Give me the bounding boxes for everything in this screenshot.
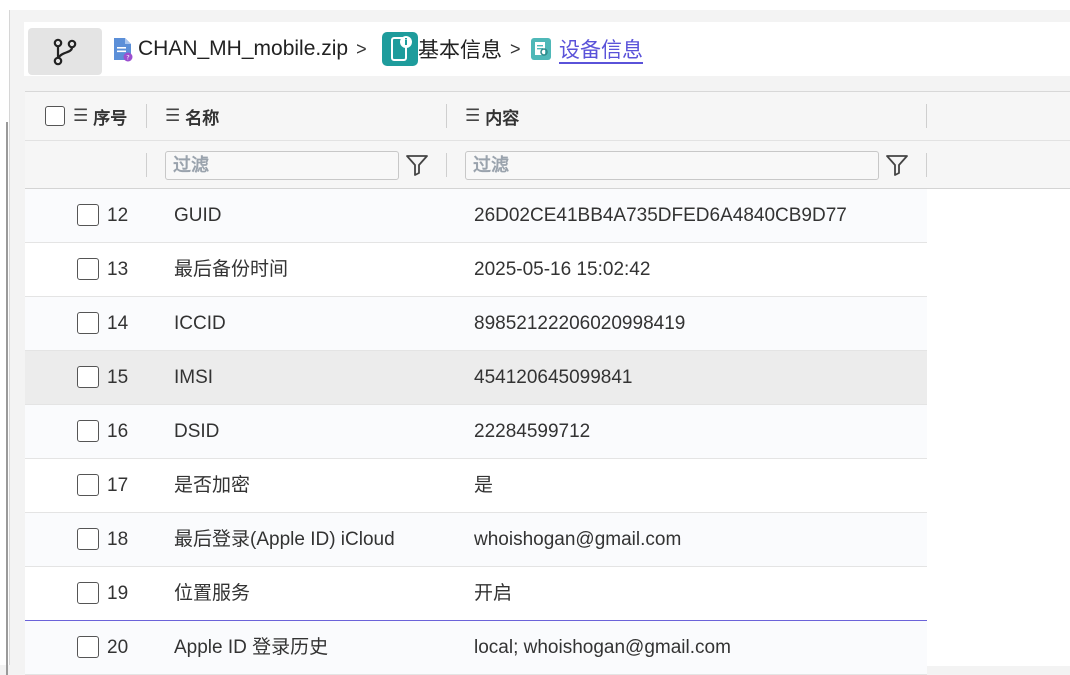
- row-index: 20: [107, 637, 129, 658]
- breadcrumb-separator: >: [356, 38, 367, 59]
- filter-funnel-icon[interactable]: [404, 152, 430, 178]
- row-index: 16: [107, 421, 129, 442]
- row-checkbox[interactable]: [77, 582, 99, 604]
- row-checkbox[interactable]: [77, 366, 99, 388]
- row-content: 开启: [474, 583, 513, 604]
- row-name: 位置服务: [174, 583, 251, 604]
- table-row[interactable]: 19 位置服务 开启: [25, 567, 927, 621]
- column-divider[interactable]: [926, 104, 927, 128]
- column-header-name-label: 名称: [185, 108, 220, 128]
- svg-text:?: ?: [126, 54, 129, 62]
- row-index: 13: [107, 259, 129, 280]
- row-content: 26D02CE41BB4A735DFED6A4840CB9D77: [474, 205, 847, 226]
- row-checkbox[interactable]: [77, 474, 99, 496]
- column-divider[interactable]: [446, 104, 447, 128]
- table-row[interactable]: 15 IMSI 454120645099841: [25, 351, 927, 405]
- column-header-content[interactable]: ☰ 内容: [465, 92, 519, 140]
- top-strip: [0, 0, 1070, 10]
- table-row[interactable]: 18 最后登录(Apple ID) iCloud whoishogan@gmai…: [25, 513, 927, 567]
- column-header-name[interactable]: ☰ 名称: [165, 92, 219, 140]
- row-content: 89852122206020998419: [474, 313, 686, 334]
- breadcrumb-separator: >: [510, 38, 521, 59]
- column-divider: [446, 153, 447, 177]
- device-info-table: ☰ 序号 ☰ 名称 ☰ 内容 过滤 过滤 12 GUID 26D02CE41BB…: [25, 91, 1070, 675]
- breadcrumb-section-label: 基本信息: [418, 39, 502, 62]
- column-header-index[interactable]: ☰ 序号: [45, 92, 127, 140]
- row-checkbox[interactable]: [77, 204, 99, 226]
- breadcrumb-item-file[interactable]: ? CHAN_MH_mobile.zip >: [112, 22, 367, 76]
- column-divider: [146, 153, 147, 177]
- phone-info-icon: [382, 32, 418, 66]
- row-name: 最后备份时间: [174, 259, 289, 280]
- row-name: IMSI: [174, 367, 214, 388]
- row-content: 2025-05-16 15:02:42: [474, 259, 651, 280]
- row-content: 是: [474, 475, 494, 496]
- column-divider: [926, 153, 927, 177]
- select-all-checkbox[interactable]: [45, 106, 65, 126]
- name-filter-placeholder: 过滤: [173, 155, 209, 175]
- branch-button[interactable]: [28, 28, 102, 75]
- content-filter-input[interactable]: 过滤: [465, 151, 879, 180]
- column-header-content-label: 内容: [485, 108, 520, 128]
- content-filter-placeholder: 过滤: [473, 155, 509, 175]
- breadcrumb-item-current[interactable]: 设备信息: [530, 22, 643, 76]
- row-index: 18: [107, 529, 129, 550]
- table-header: ☰ 序号 ☰ 名称 ☰ 内容: [25, 92, 1070, 141]
- document-icon: [530, 37, 552, 61]
- row-checkbox[interactable]: [77, 258, 99, 280]
- row-checkbox[interactable]: [77, 312, 99, 334]
- row-index: 17: [107, 475, 129, 496]
- row-index: 15: [107, 367, 129, 388]
- list-icon: ☰: [165, 106, 181, 125]
- row-checkbox[interactable]: [77, 420, 99, 442]
- breadcrumb: ? CHAN_MH_mobile.zip > 基本信息 > 设备信息: [24, 22, 1070, 76]
- row-name: GUID: [174, 205, 222, 226]
- row-index: 19: [107, 583, 129, 604]
- row-name: 是否加密: [174, 475, 251, 496]
- row-name: DSID: [174, 421, 220, 442]
- breadcrumb-current-label[interactable]: 设备信息: [559, 34, 643, 64]
- column-header-index-label: 序号: [93, 108, 128, 128]
- git-branch-icon: [53, 38, 77, 65]
- table-row[interactable]: 14 ICCID 89852122206020998419: [25, 297, 927, 351]
- row-checkbox[interactable]: [77, 528, 99, 550]
- row-index: 12: [107, 205, 129, 226]
- column-divider[interactable]: [146, 104, 147, 128]
- row-checkbox[interactable]: [77, 636, 99, 658]
- list-icon: ☰: [465, 106, 481, 125]
- table-row[interactable]: 17 是否加密 是: [25, 459, 927, 513]
- table-row[interactable]: 16 DSID 22284599712: [25, 405, 927, 459]
- breadcrumb-file-label: CHAN_MH_mobile.zip: [138, 37, 349, 60]
- filter-funnel-icon[interactable]: [884, 152, 910, 178]
- row-index: 14: [107, 313, 129, 334]
- table-row[interactable]: 13 最后备份时间 2025-05-16 15:02:42: [25, 243, 927, 297]
- zip-file-icon: ?: [112, 36, 134, 62]
- table-row[interactable]: 20 Apple ID 登录历史 local; whoishogan@gmail…: [25, 621, 927, 675]
- row-name: Apple ID 登录历史: [174, 637, 329, 658]
- breadcrumb-item-section[interactable]: 基本信息 >: [382, 22, 521, 76]
- list-icon: ☰: [73, 106, 89, 125]
- left-rail: [0, 10, 10, 675]
- name-filter-input[interactable]: 过滤: [165, 151, 399, 180]
- table-row[interactable]: 12 GUID 26D02CE41BB4A735DFED6A4840CB9D77: [25, 189, 927, 243]
- row-content: 22284599712: [474, 421, 591, 442]
- left-rail-scrollbar[interactable]: [6, 122, 8, 675]
- row-content: whoishogan@gmail.com: [474, 529, 682, 550]
- row-name: 最后登录(Apple ID) iCloud: [174, 529, 395, 550]
- row-content: 454120645099841: [474, 367, 633, 388]
- row-content: local; whoishogan@gmail.com: [474, 637, 731, 658]
- filter-row: 过滤 过滤: [25, 141, 1070, 189]
- row-name: ICCID: [174, 313, 226, 334]
